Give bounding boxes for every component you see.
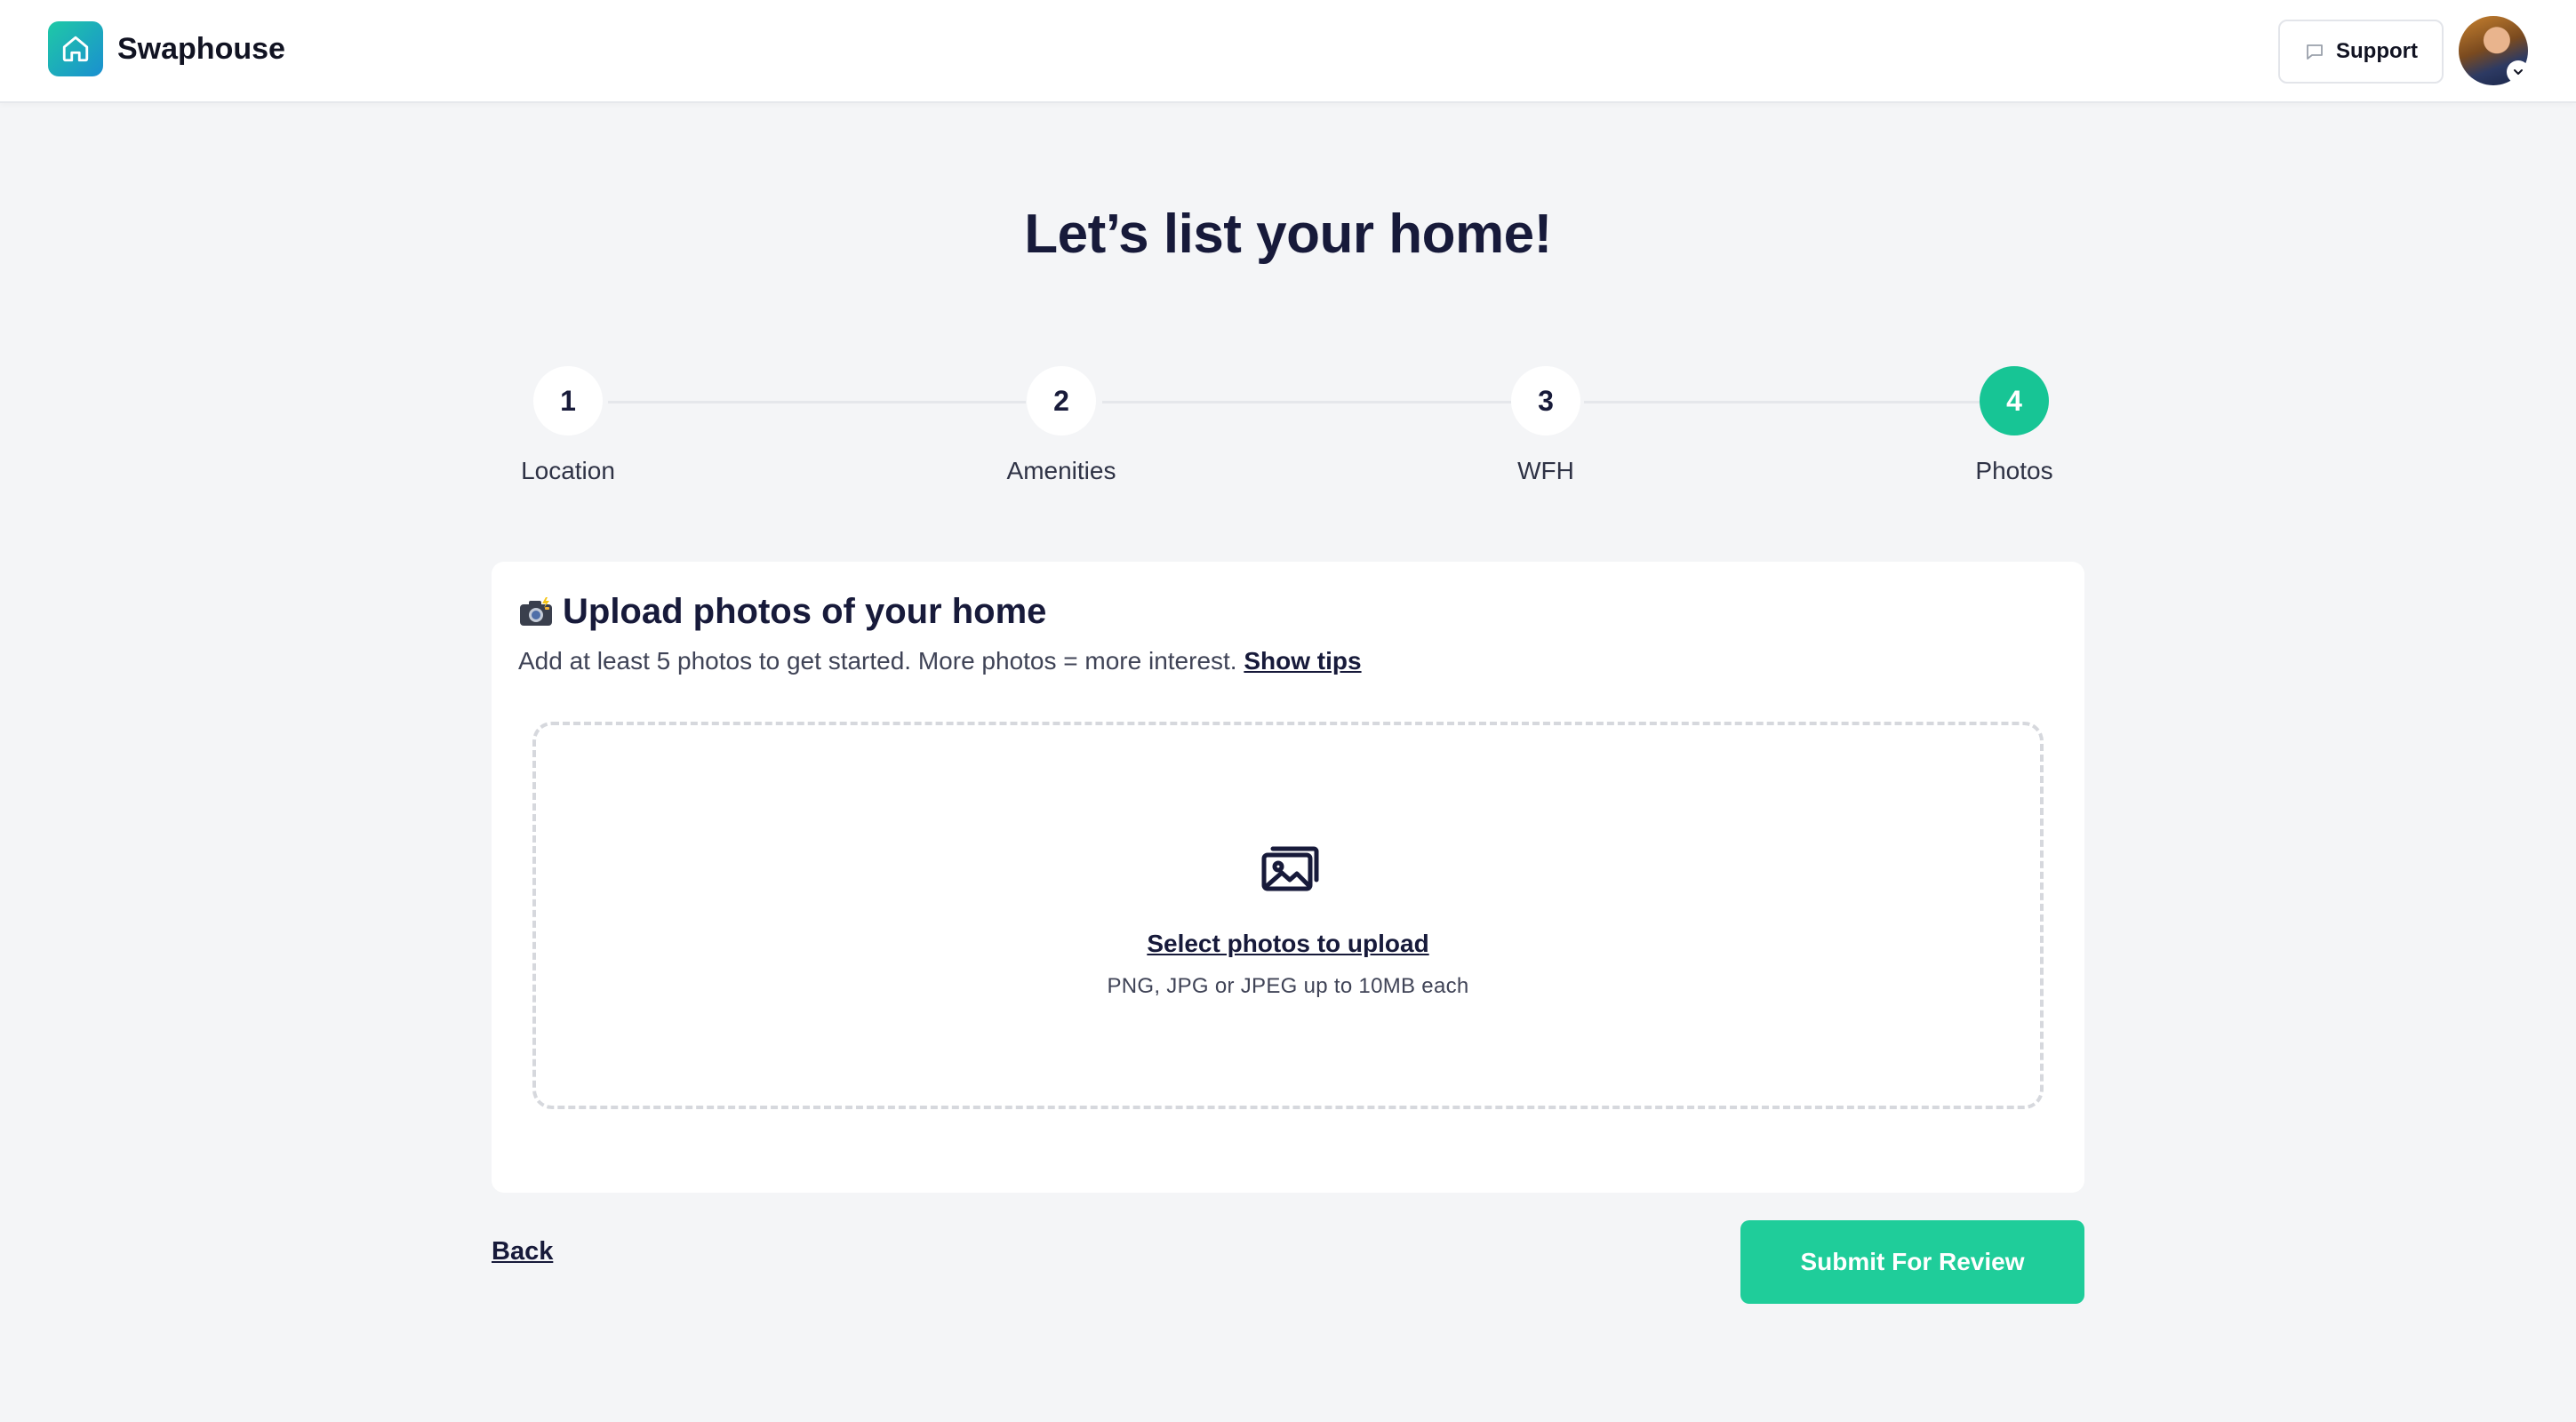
support-button[interactable]: Support: [2278, 20, 2444, 84]
brand-name: Swaphouse: [117, 31, 285, 66]
show-tips-link[interactable]: Show tips: [1244, 647, 1361, 675]
photos-icon: [1260, 843, 1319, 892]
camera-flash-icon: [518, 596, 554, 628]
upload-title: Upload photos of your home: [518, 592, 1046, 632]
file-format-hint: PNG, JPG or JPEG up to 10MB each: [1107, 974, 1469, 998]
submit-for-review-button[interactable]: Submit For Review: [1740, 1220, 2084, 1304]
step-connector: [1584, 401, 1982, 403]
step-connector: [608, 401, 1026, 403]
back-link[interactable]: Back: [492, 1237, 553, 1266]
step-label: Amenities: [1006, 457, 1116, 484]
top-bar: Swaphouse Support: [0, 0, 2576, 103]
home-icon: [48, 21, 103, 76]
page-title: Let’s list your home!: [1024, 204, 1552, 265]
step-number: 1: [533, 366, 603, 435]
step-label: Photos: [1975, 457, 2053, 484]
photo-dropzone[interactable]: Select photos to upload PNG, JPG or JPEG…: [532, 722, 2044, 1109]
step-wfh[interactable]: 3 WFH: [1457, 366, 1635, 485]
step-photos[interactable]: 4 Photos: [1925, 366, 2103, 485]
step-location[interactable]: 1 Location: [479, 366, 657, 485]
upload-title-text: Upload photos of your home: [563, 592, 1047, 631]
upload-subtitle: Add at least 5 photos to get started. Mo…: [518, 647, 1362, 675]
select-photos-link[interactable]: Select photos to upload: [536, 930, 2040, 958]
upload-card: Upload photos of your home Add at least …: [492, 562, 2084, 1193]
chat-bubble-icon: [2304, 41, 2325, 62]
step-label: Location: [521, 457, 615, 484]
chevron-down-icon: [2507, 60, 2530, 84]
step-connector: [1102, 401, 1511, 403]
step-number: 3: [1511, 366, 1580, 435]
step-amenities[interactable]: 2 Amenities: [972, 366, 1150, 485]
step-number: 4: [1980, 366, 2049, 435]
upload-subtitle-text: Add at least 5 photos to get started. Mo…: [518, 647, 1237, 675]
brand[interactable]: Swaphouse: [48, 21, 285, 76]
support-label: Support: [2336, 39, 2418, 63]
step-number: 2: [1027, 366, 1096, 435]
step-label: WFH: [1517, 457, 1574, 484]
user-menu[interactable]: [2459, 16, 2530, 85]
